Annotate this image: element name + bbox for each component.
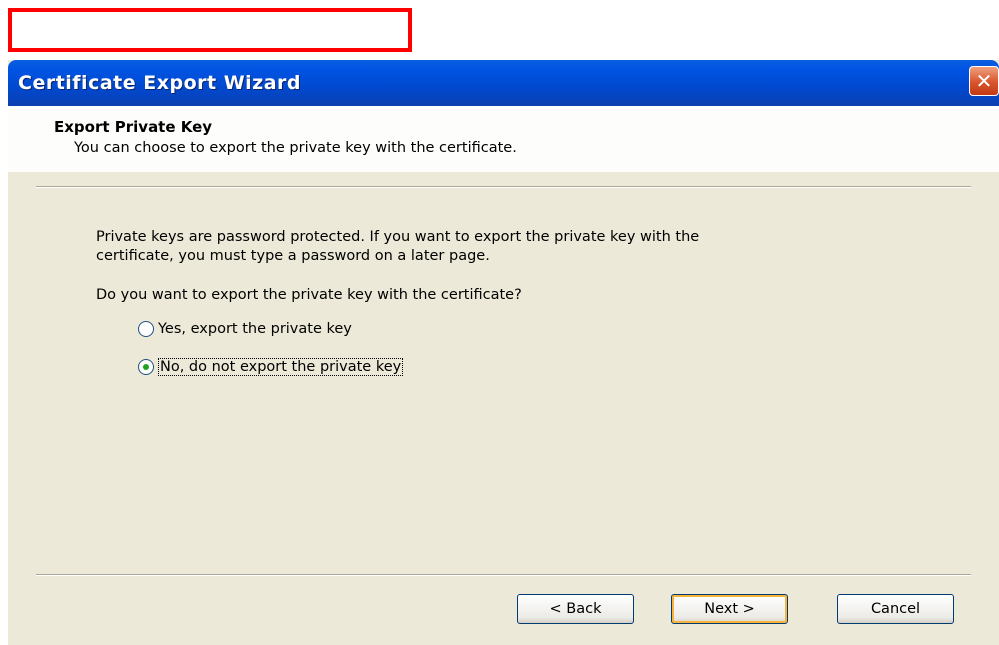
wizard-header: [8, 106, 999, 172]
option-no-label[interactable]: No, do not export the private key: [158, 358, 404, 376]
dialog-title: Certificate Export Wizard: [18, 72, 302, 94]
next-button[interactable]: Next >: [671, 594, 788, 624]
footer-divider: [36, 574, 971, 576]
radio-checked-icon[interactable]: [138, 359, 154, 375]
close-icon[interactable]: ✕: [969, 66, 999, 96]
red-highlight-box: [8, 8, 412, 52]
info-text-line-1: Private keys are password protected. If …: [96, 229, 700, 245]
certificate-export-wizard-dialog: Certificate Export Wizard ✕ Export Priva…: [8, 60, 999, 645]
back-button[interactable]: < Back: [517, 594, 634, 624]
header-divider: [36, 186, 971, 188]
cancel-button[interactable]: Cancel: [837, 594, 954, 624]
question-text: Do you want to export the private key wi…: [96, 287, 522, 303]
radio-unchecked-icon[interactable]: [138, 321, 154, 337]
option-export-yes[interactable]: Yes, export the private key: [138, 321, 352, 337]
option-export-no[interactable]: No, do not export the private key: [138, 358, 404, 376]
title-bar[interactable]: Certificate Export Wizard ✕: [8, 60, 999, 106]
option-yes-label[interactable]: Yes, export the private key: [158, 321, 352, 337]
info-text-line-2: certificate, you must type a password on…: [96, 248, 490, 264]
page-title: Export Private Key: [54, 118, 213, 136]
page-subtitle: You can choose to export the private key…: [74, 140, 517, 156]
